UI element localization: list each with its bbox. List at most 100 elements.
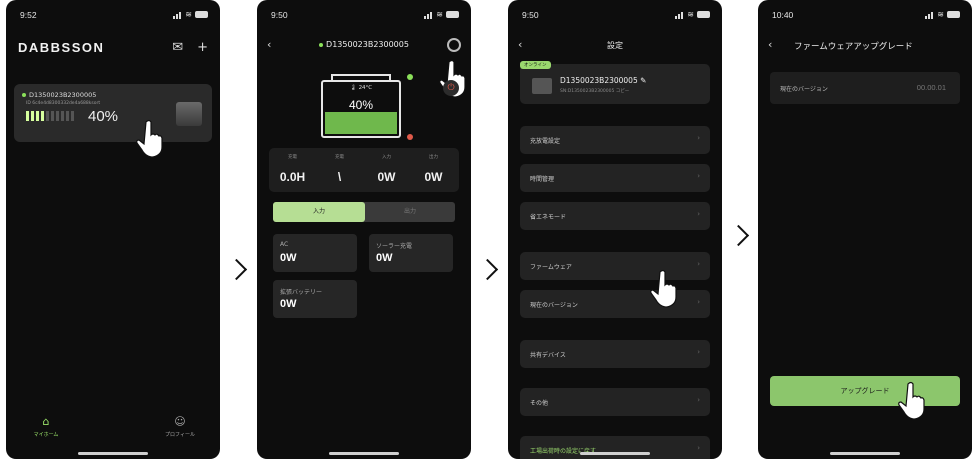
version-label: 現在のバージョン bbox=[780, 86, 828, 93]
device-thumbnail bbox=[532, 78, 552, 94]
phone-firmware-screen: 10:40 ≋ ‹ ファームウェアアップグレード 現在のバージョン 00.00.… bbox=[758, 0, 972, 459]
upgrade-button[interactable]: アップグレード bbox=[770, 376, 960, 406]
solar-card: ソーラー充電 0W bbox=[369, 234, 453, 272]
battery-percent: 40% bbox=[348, 98, 374, 112]
chevron-right-icon: › bbox=[697, 444, 700, 452]
chevron-right-icon: › bbox=[697, 172, 700, 180]
signal-icon bbox=[424, 10, 433, 19]
stat-item: 充電 \ bbox=[335, 155, 344, 184]
battery-graphic: 🌡 24°C 40% bbox=[321, 80, 401, 138]
chevron-right-icon: › bbox=[697, 210, 700, 218]
chevron-right-icon bbox=[476, 256, 499, 286]
stat-item: 充電 0.0H bbox=[279, 155, 306, 184]
signal-icon bbox=[925, 10, 934, 19]
status-bar: 10:40 ≋ bbox=[758, 10, 972, 24]
tab-bar: ⌂ マイホーム ☺ プロフィール bbox=[6, 415, 220, 445]
brand-logo: DABBSSON bbox=[18, 40, 105, 55]
stats-panel: 充電 0.0H 充電 \ 入力 0W 出力 0W bbox=[269, 148, 459, 192]
tab-profile[interactable]: ☺ プロフィール bbox=[150, 415, 210, 438]
device-title: D1350023B2300005 bbox=[326, 40, 409, 49]
menu-firmware[interactable]: ファームウェア › bbox=[520, 252, 710, 280]
online-dot bbox=[319, 42, 324, 47]
battery-fill bbox=[325, 112, 397, 134]
tab-input[interactable]: 入力 bbox=[273, 202, 365, 222]
status-time: 9:50 bbox=[271, 10, 288, 20]
device-card[interactable]: D1350023B2300005 ID 6c4e4d8300332de4a688… bbox=[14, 84, 212, 142]
page-title: 設定 bbox=[607, 41, 623, 50]
battery-icon bbox=[947, 11, 960, 18]
wifi-icon: ≋ bbox=[185, 10, 192, 19]
chevron-right-icon: › bbox=[697, 134, 700, 142]
tap-hand-icon bbox=[650, 268, 680, 308]
edit-icon[interactable]: ✎ bbox=[640, 76, 646, 85]
status-time: 9:50 bbox=[522, 10, 539, 20]
menu-eco-mode[interactable]: 省エネモード › bbox=[520, 202, 710, 230]
tap-hand-icon bbox=[898, 380, 928, 420]
home-indicator bbox=[78, 452, 148, 455]
wifi-icon: ≋ bbox=[687, 10, 694, 19]
settings-gear-icon[interactable] bbox=[447, 38, 461, 52]
io-segment-control: 入力 出力 bbox=[273, 202, 455, 222]
chevron-right-icon bbox=[727, 222, 750, 252]
add-device-icon[interactable]: + bbox=[197, 40, 208, 55]
device-serial: D1350023B2300005 bbox=[560, 76, 638, 85]
online-badge: オンライン bbox=[520, 61, 551, 69]
menu-shared-devices[interactable]: 共有デバイス › bbox=[520, 340, 710, 368]
status-bar: 9:52 ≋ bbox=[6, 10, 220, 24]
signal-icon bbox=[675, 10, 684, 19]
wifi-icon: ≋ bbox=[436, 10, 443, 19]
chevron-right-icon bbox=[225, 256, 248, 286]
version-value: 00.00.01 bbox=[916, 83, 946, 92]
tab-output[interactable]: 出力 bbox=[365, 202, 455, 222]
phone-device-screen: 9:50 ≋ ‹ D1350023B2300005 🌡 24°C 40% ⏻ 充… bbox=[257, 0, 471, 459]
battery-icon bbox=[697, 11, 710, 18]
chevron-right-icon: › bbox=[697, 348, 700, 356]
menu-other[interactable]: その他 › bbox=[520, 388, 710, 416]
input-indicator bbox=[407, 74, 413, 80]
home-icon: ⌂ bbox=[42, 415, 50, 428]
thermometer-icon: 🌡 bbox=[349, 85, 357, 91]
battery-temp: 24°C bbox=[358, 85, 373, 91]
home-indicator bbox=[329, 452, 399, 455]
device-sn-copy[interactable]: SN:D1350023B2300005 コピー bbox=[560, 88, 629, 94]
menu-factory-reset[interactable]: 工場出荷時の設定に戻す › bbox=[520, 436, 710, 459]
signal-icon bbox=[173, 10, 182, 19]
device-id: ID 6c4e4d8300332de4a688ksort bbox=[26, 101, 101, 106]
status-bar: 9:50 ≋ bbox=[257, 10, 471, 24]
chevron-right-icon: › bbox=[697, 298, 700, 306]
device-header: オンライン D1350023B2300005 ✎ SN:D1350023B230… bbox=[520, 61, 710, 104]
output-indicator bbox=[407, 134, 413, 140]
battery-level-bar bbox=[26, 111, 74, 121]
status-time: 9:52 bbox=[20, 10, 37, 20]
chevron-right-icon: › bbox=[697, 260, 700, 268]
device-serial: D1350023B2300005 bbox=[29, 91, 97, 99]
status-bar: 9:50 ≋ bbox=[508, 10, 722, 24]
stat-item: 出力 0W bbox=[424, 155, 443, 184]
battery-percent: 40% bbox=[88, 108, 119, 125]
status-time: 10:40 bbox=[772, 10, 794, 20]
stat-item: 入力 0W bbox=[377, 155, 396, 184]
phone-home-screen: 9:52 ≋ DABBSSON ✉ + D1350023B2300005 ID … bbox=[6, 0, 220, 459]
battery-icon bbox=[195, 11, 208, 18]
home-indicator bbox=[830, 452, 900, 455]
menu-current-version[interactable]: 現在のバージョン › bbox=[520, 290, 710, 318]
message-icon[interactable]: ✉ bbox=[172, 40, 183, 55]
user-icon: ☺ bbox=[174, 415, 186, 428]
current-version-row: 現在のバージョン 00.00.01 bbox=[770, 72, 960, 104]
device-image bbox=[176, 102, 202, 126]
back-button[interactable]: ‹ bbox=[768, 38, 772, 51]
chevron-right-icon: › bbox=[697, 396, 700, 404]
page-title: ファームウェアアップグレード bbox=[794, 42, 913, 52]
phone-settings-screen: 9:50 ≋ ‹ 設定 オンライン D1350023B2300005 ✎ SN:… bbox=[508, 0, 722, 459]
tap-hand-icon bbox=[136, 118, 166, 158]
tab-my-home[interactable]: ⌂ マイホーム bbox=[16, 415, 76, 438]
ac-card: AC 0W bbox=[273, 234, 357, 272]
menu-time-management[interactable]: 時間管理 › bbox=[520, 164, 710, 192]
power-icon[interactable]: ⏻ bbox=[443, 80, 459, 96]
wifi-icon: ≋ bbox=[937, 10, 944, 19]
battery-icon bbox=[446, 11, 459, 18]
home-indicator bbox=[580, 452, 650, 455]
online-dot bbox=[22, 93, 26, 97]
expansion-battery-card: 拡張バッテリー 0W bbox=[273, 280, 357, 318]
menu-charge-discharge[interactable]: 充放電設定 › bbox=[520, 126, 710, 154]
